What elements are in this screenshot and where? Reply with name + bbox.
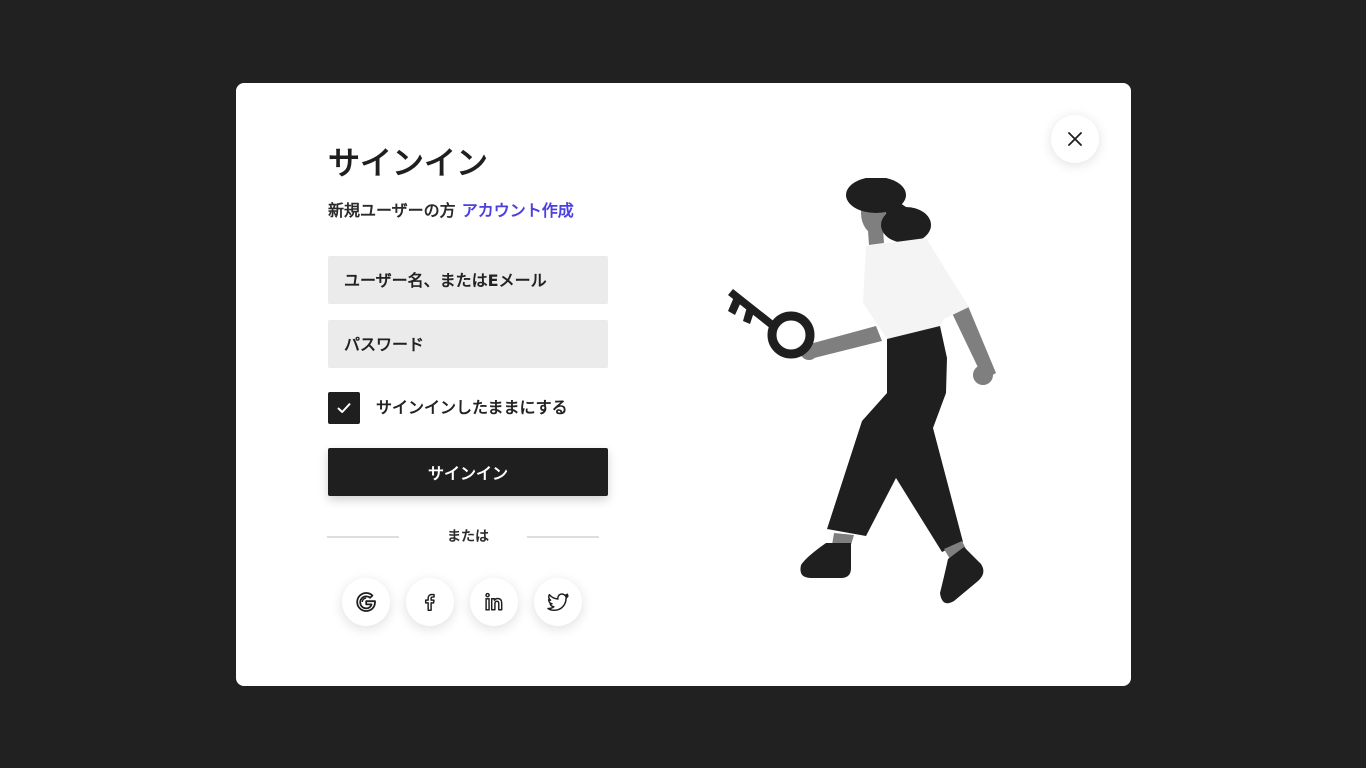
remember-label: サインインしたままにする — [376, 398, 568, 417]
new-user-line: 新規ユーザーの方 アカウント作成 — [328, 199, 574, 223]
password-input[interactable] — [328, 320, 608, 368]
new-user-text: 新規ユーザーの方 — [328, 201, 456, 220]
signin-button[interactable]: サインイン — [328, 448, 608, 496]
signin-modal: サインイン 新規ユーザーの方アカウント作成 サインインしたままにする サインイン… — [236, 83, 1131, 686]
username-input[interactable] — [328, 256, 608, 304]
woman-with-key-illustration — [728, 178, 996, 604]
key-icon — [728, 289, 815, 359]
checkmark-icon — [337, 403, 351, 413]
twitter-icon — [547, 593, 569, 612]
create-account-link[interactable]: アカウント作成 — [462, 201, 574, 220]
divider-line-right — [527, 536, 599, 538]
linkedin-icon — [485, 592, 503, 611]
divider-line-left — [327, 536, 399, 538]
twitter-signin-button[interactable] — [534, 578, 582, 626]
google-signin-button[interactable] — [342, 578, 390, 626]
linkedin-signin-button[interactable] — [470, 578, 518, 626]
facebook-icon — [424, 593, 435, 611]
close-button[interactable] — [1051, 115, 1099, 163]
remember-checkbox[interactable] — [328, 392, 360, 424]
close-icon — [1068, 132, 1082, 146]
divider-label: または — [447, 529, 489, 545]
page-title: サインイン — [328, 144, 489, 182]
google-icon — [356, 592, 376, 612]
facebook-signin-button[interactable] — [406, 578, 454, 626]
